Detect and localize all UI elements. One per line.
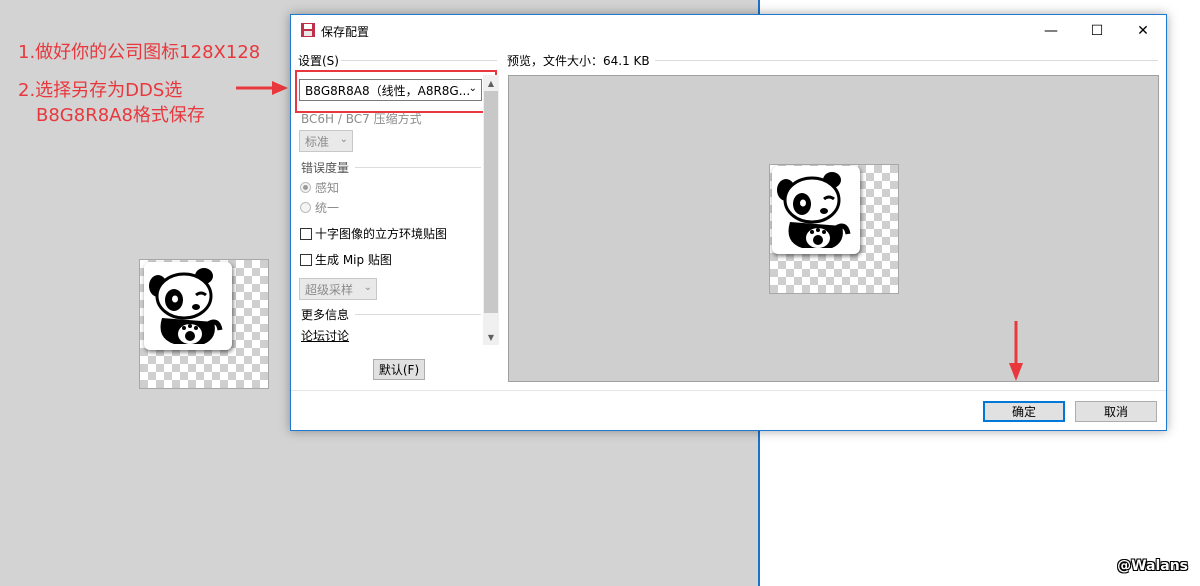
cubemap-checkbox[interactable]: 十字图像的立方环境贴图 [300,225,447,242]
save-settings-dialog: 保存配置 — ☐ ✕ 设置(S) B8G8R8A8（线性，A8R8G... ⌄ … [290,14,1167,431]
annotation-arrow-down-icon [1009,321,1023,381]
scrollbar-thumb[interactable] [484,91,498,313]
settings-divider [341,60,497,61]
settings-group-label: 设置(S) [298,54,339,68]
footer-divider [291,390,1166,391]
radio-perceptual-label: 感知 [315,181,340,195]
supersample-select-value: 超级采样 [305,282,354,297]
format-select-value: B8G8R8A8（线性，A8R8G... [305,83,471,98]
maximize-button[interactable]: ☐ [1074,15,1120,46]
more-info-divider [355,314,481,315]
close-button[interactable]: ✕ [1120,15,1166,46]
cancel-button[interactable]: 取消 [1075,401,1157,422]
forum-discussion-link[interactable]: 论坛讨论 [301,327,349,344]
error-metric-divider [355,167,481,168]
preview-label: 预览，文件大小：64.1 KB [507,54,650,68]
scroll-up-icon[interactable]: ▲ [483,75,499,91]
annotation-arrow-right-icon [236,81,288,95]
format-select[interactable]: B8G8R8A8（线性，A8R8G... ⌄ [299,79,482,101]
error-metric-label: 错误度量 [301,161,350,175]
supersample-select[interactable]: 超级采样 ⌄ [299,278,377,300]
more-info-label: 更多信息 [301,308,350,322]
canvas-image [139,259,269,389]
compression-label: BC6H / BC7 压缩方式 [301,112,422,126]
panda-logo-icon [772,166,860,254]
floppy-disk-icon [301,23,315,37]
watermark-text: @Walans [1117,558,1188,574]
annotation-step2-line2: B8G8R8A8格式保存 [36,105,205,126]
settings-scrollbar[interactable]: ▲ ▼ [483,75,499,345]
radio-uniform-label: 统一 [315,201,340,215]
panda-logo-icon [144,262,232,350]
dialog-title: 保存配置 [321,25,370,39]
radio-uniform-circle [300,202,311,213]
default-button[interactable]: 默认(F) [373,359,425,380]
dialog-titlebar[interactable]: 保存配置 — ☐ ✕ [291,15,1166,46]
chevron-down-icon: ⌄ [363,282,372,293]
compression-select-value: 标准 [305,134,330,149]
preview-divider [655,60,1158,61]
radio-perceptual-circle [300,182,311,193]
mipmap-checkbox-box [300,253,312,266]
radio-uniform[interactable]: 统一 [300,199,339,216]
chevron-down-icon: ⌄ [339,134,348,145]
preview-area [508,75,1159,382]
ok-button[interactable]: 确定 [983,401,1065,422]
preview-image [769,164,899,294]
scroll-down-icon[interactable]: ▼ [483,329,499,345]
cubemap-checkbox-box [300,227,312,240]
chevron-down-icon: ⌄ [468,83,477,94]
annotation-step1: 1.做好你的公司图标128X128 [18,42,261,63]
mipmap-checkbox[interactable]: 生成 Mip 贴图 [300,251,392,268]
mipmap-checkbox-label: 生成 Mip 贴图 [315,253,392,267]
cubemap-checkbox-label: 十字图像的立方环境贴图 [315,227,448,241]
minimize-button[interactable]: — [1028,15,1074,46]
radio-perceptual[interactable]: 感知 [300,179,339,196]
annotation-step2-line1: 2.选择另存为DDS选 [18,80,183,101]
compression-select[interactable]: 标准 ⌄ [299,130,353,152]
